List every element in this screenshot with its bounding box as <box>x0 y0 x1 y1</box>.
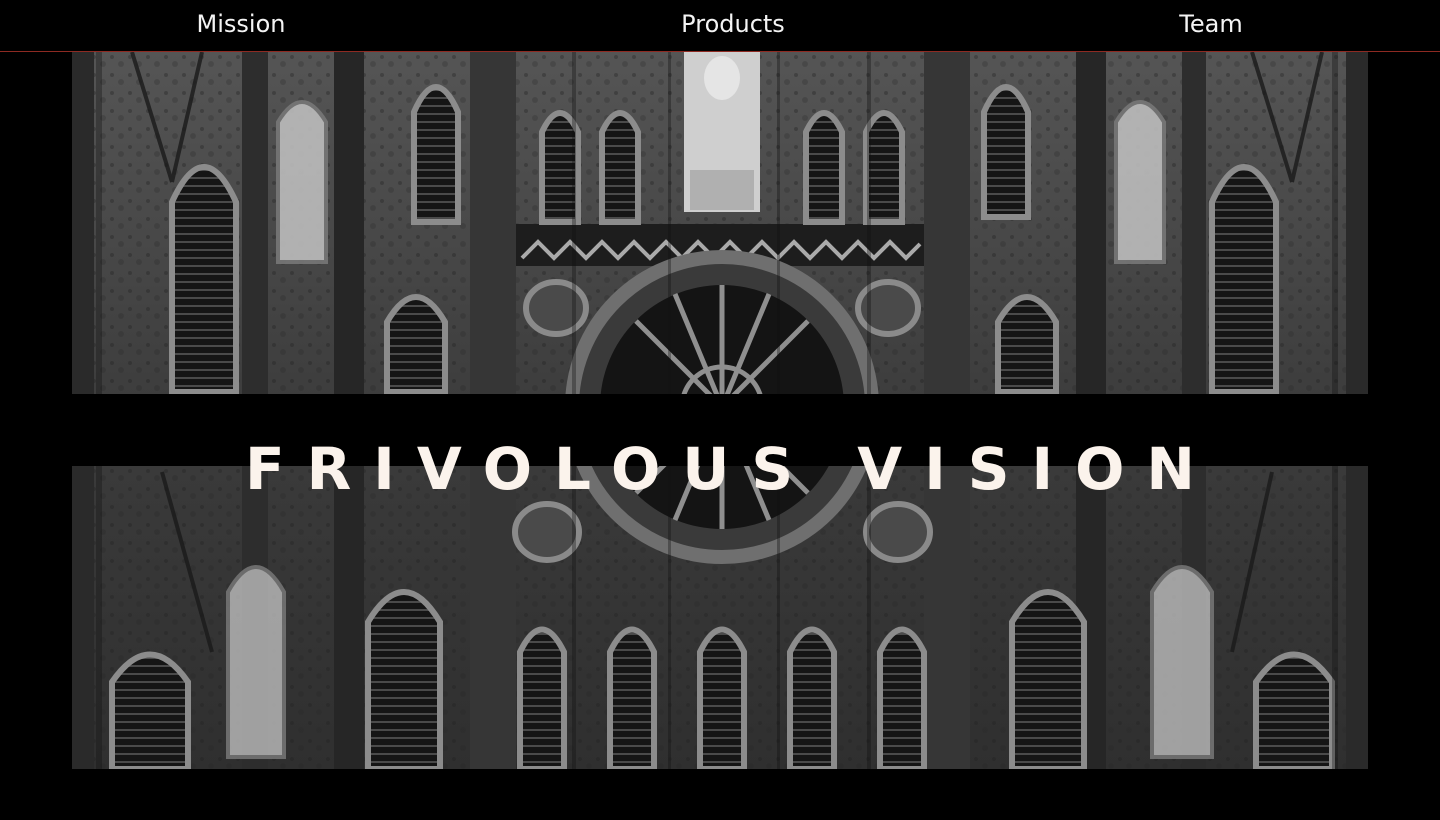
nav-link-mission[interactable]: Mission <box>197 9 286 39</box>
top-navigation: Mission Products Team <box>0 0 1440 52</box>
nav-link-team[interactable]: Team <box>1179 9 1242 39</box>
nav-link-products[interactable]: Products <box>681 9 785 39</box>
site-title: FRIVOLOUS VISION <box>245 434 1217 503</box>
title-band: FRIVOLOUS VISION <box>72 394 1368 503</box>
hero-banner: FRIVOLOUS VISION <box>72 52 1368 769</box>
